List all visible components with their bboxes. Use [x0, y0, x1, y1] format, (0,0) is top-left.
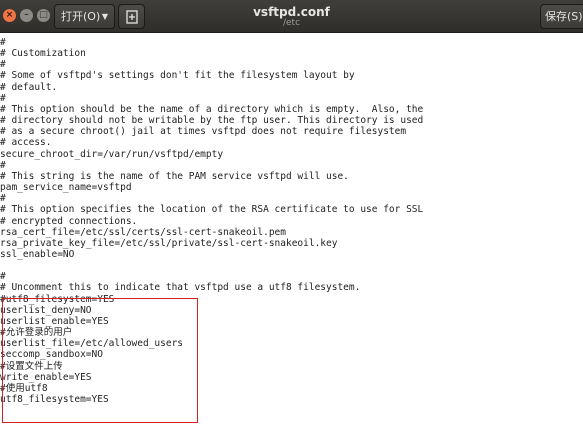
editor-line[interactable]: #	[0, 93, 423, 104]
window-subtitle-path: /etc	[282, 18, 301, 28]
save-button[interactable]: 保存(S)	[540, 4, 583, 29]
header-bar: × – □ 打开(O) ▼ vsftpd.conf /etc 保存(S)	[0, 0, 583, 33]
editor-line[interactable]	[0, 260, 423, 271]
editor-line[interactable]: # encrypted connections.	[0, 216, 423, 227]
editor-line[interactable]: pam_service_name=vsftpd	[0, 182, 423, 193]
editor-line[interactable]: # default.	[0, 82, 423, 93]
editor-line[interactable]: ssl_enable=NO	[0, 249, 423, 260]
editor-line[interactable]: secure_chroot_dir=/var/run/vsftpd/empty	[0, 149, 423, 160]
editor-line[interactable]: # directory should not be writable by th…	[0, 115, 423, 126]
editor-line[interactable]: # This option specifies the location of …	[0, 204, 423, 215]
editor-line[interactable]: # This option should be the name of a di…	[0, 104, 423, 115]
editor-line[interactable]: #	[0, 271, 423, 282]
editor-line[interactable]: #	[0, 59, 423, 70]
editor-line[interactable]: #	[0, 193, 423, 204]
window-title: vsftpd.conf	[253, 5, 330, 19]
editor-line[interactable]: # This string is the name of the PAM ser…	[0, 171, 423, 182]
editor-line[interactable]: rsa_private_key_file=/etc/ssl/private/ss…	[0, 238, 423, 249]
editor-line[interactable]: # as a secure chroot() jail at times vsf…	[0, 126, 423, 137]
editor-line[interactable]: # Customization	[0, 48, 423, 59]
editor-line[interactable]: #	[0, 160, 423, 171]
editor-line[interactable]: # access.	[0, 137, 423, 148]
highlight-annotation-box	[2, 298, 198, 423]
editor-line[interactable]: #	[0, 37, 423, 48]
editor-line[interactable]: # Uncomment this to indicate that vsftpd…	[0, 282, 423, 293]
editor-line[interactable]: # Some of vsftpd's settings don't fit th…	[0, 70, 423, 81]
editor-line[interactable]: rsa_cert_file=/etc/ssl/certs/ssl-cert-sn…	[0, 227, 423, 238]
